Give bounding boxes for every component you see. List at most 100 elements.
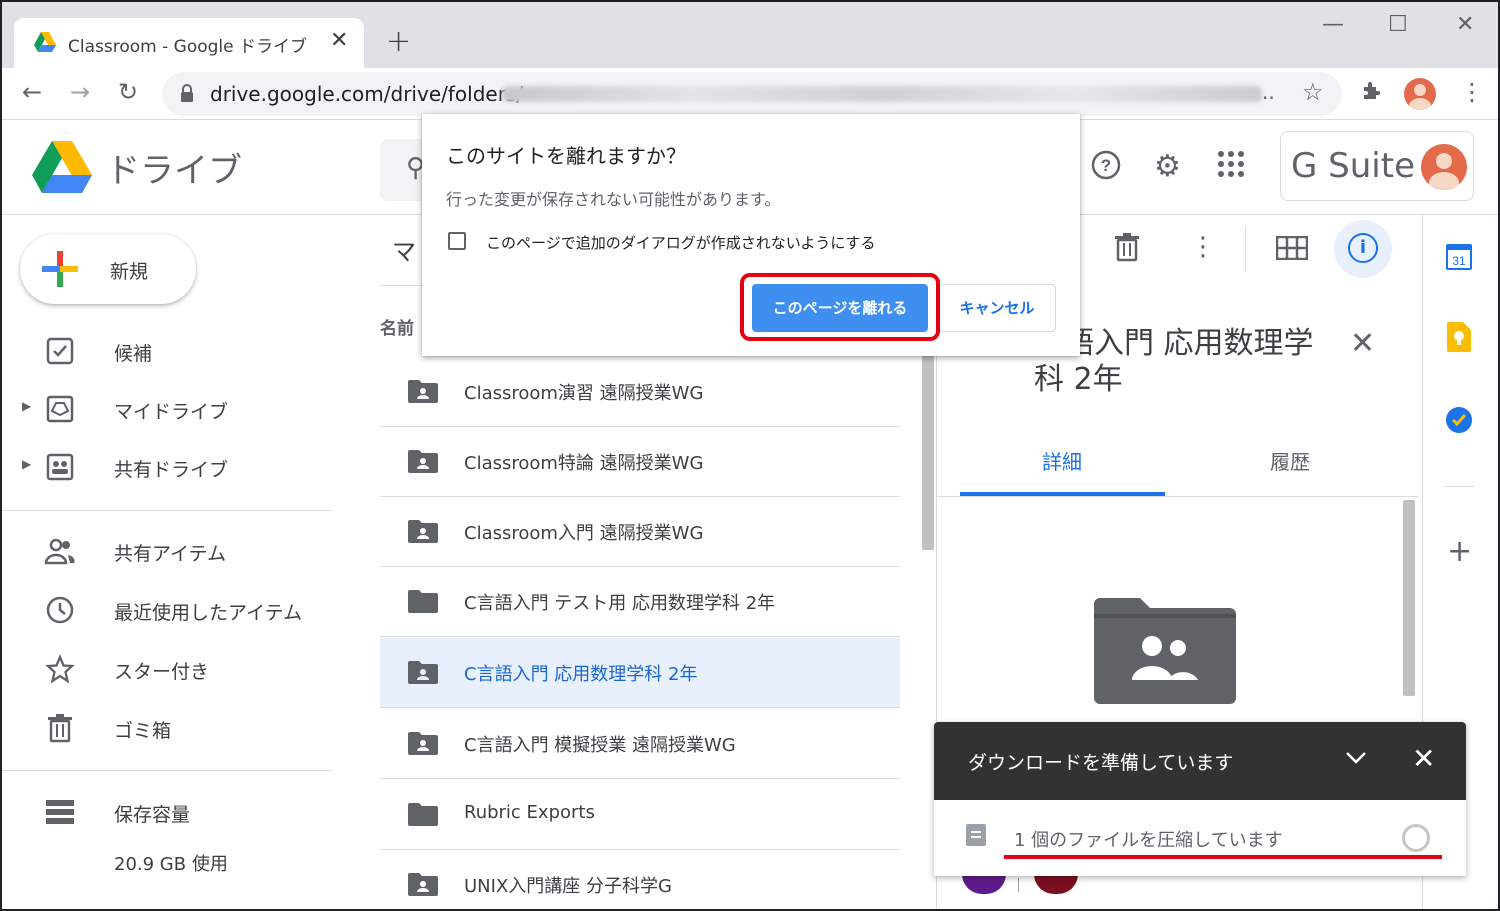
bookmark-star-icon[interactable]: ☆ <box>1302 78 1324 106</box>
url-text: drive.google.com/drive/folders/ <box>210 82 524 106</box>
nav-label: 保存容量 <box>114 804 191 826</box>
breadcrumb[interactable]: マ <box>392 232 416 267</box>
dialog-message: 行った変更が保存されない可能性があります。 <box>446 190 781 209</box>
more-vert-icon[interactable]: ⋮ <box>1190 232 1216 262</box>
nav-item-shared-with-me[interactable]: 共有アイテム <box>0 525 332 577</box>
highlight-annotation-box <box>740 273 940 341</box>
profile-avatar[interactable] <box>1404 78 1436 110</box>
nav-item-suggested[interactable]: 候補 <box>0 325 332 377</box>
grid-view-icon[interactable] <box>1275 235 1309 267</box>
file-row[interactable]: C言語入門 模擬授業 遠隔授業WG <box>380 709 900 779</box>
file-name: Rubric Exports <box>464 802 595 823</box>
file-list-scrollbar[interactable] <box>922 350 934 550</box>
toolbar-divider <box>1245 226 1246 272</box>
drive-logo-icon <box>32 141 92 193</box>
delete-trash-icon[interactable] <box>1114 232 1140 269</box>
nav-label: 共有ドライブ <box>114 459 229 481</box>
reload-icon[interactable]: ↻ <box>118 78 138 106</box>
add-addon-plus-icon[interactable]: + <box>1447 534 1472 569</box>
tasks-icon[interactable] <box>1445 406 1473 434</box>
cancel-button[interactable]: キャンセル <box>938 284 1056 332</box>
collapse-chevron-icon[interactable] <box>1344 744 1368 772</box>
svg-text:?: ? <box>1101 156 1111 175</box>
file-row[interactable]: Rubric Exports <box>380 780 900 850</box>
file-row[interactable]: UNIX入門講座 分子科学G <box>380 850 900 911</box>
file-row[interactable]: Classroom特論 遠隔授業WG <box>380 427 900 497</box>
url-redacted <box>502 86 1262 102</box>
nav-divider <box>0 510 332 511</box>
new-button-label: 新規 <box>110 261 149 283</box>
back-arrow-icon[interactable]: ← <box>22 78 42 106</box>
file-name: Classroom特論 遠隔授業WG <box>464 453 704 474</box>
file-row[interactable]: Classroom入門 遠隔授業WG <box>380 497 900 567</box>
shared-folder-icon <box>408 661 438 684</box>
file-name: Classroom入門 遠隔授業WG <box>464 523 704 544</box>
dialog-title: このサイトを離れますか？ <box>446 144 686 168</box>
tab-details[interactable]: 詳細 <box>1042 446 1082 475</box>
document-icon <box>966 824 986 846</box>
expand-caret-icon[interactable]: ▶ <box>22 457 31 471</box>
shared-folder-icon <box>408 873 438 896</box>
suppress-dialogs-checkbox[interactable] <box>448 232 466 250</box>
people-icon <box>44 535 76 567</box>
keep-icon[interactable] <box>1447 322 1471 352</box>
nav-item-storage[interactable]: 保存容量 <box>0 786 332 838</box>
nav-label: 候補 <box>114 343 153 365</box>
gsuite-avatar <box>1421 144 1467 190</box>
gsuite-account-button[interactable]: G Suite <box>1280 131 1474 201</box>
nav-item-shared-drives[interactable]: ▶ 共有ドライブ <box>0 441 332 493</box>
file-name: Classroom演習 遠隔授業WG <box>464 383 704 404</box>
file-row[interactable]: C言語入門 テスト用 応用数理学科 2年 <box>380 567 900 637</box>
help-icon[interactable]: ? <box>1090 149 1122 189</box>
new-tab-button[interactable]: + <box>386 24 411 59</box>
tab-close-icon[interactable]: ✕ <box>330 28 348 53</box>
info-icon: i <box>1348 233 1378 263</box>
window-close-icon[interactable]: ✕ <box>1456 12 1474 37</box>
details-toggle-button[interactable]: i <box>1334 220 1392 278</box>
column-header-name[interactable]: 名前 <box>380 314 414 339</box>
download-panel: ダウンロードを準備しています ✕ 1 個のファイルを圧縮しています <box>934 722 1466 876</box>
tab-activity[interactable]: 履歴 <box>1270 446 1310 475</box>
address-bar[interactable]: drive.google.com/drive/folders/ .. ☆ <box>162 72 1342 116</box>
suppress-dialogs-label[interactable]: このページで追加のダイアログが作成されないようにする <box>486 232 876 253</box>
minimize-icon[interactable]: — <box>1322 12 1344 37</box>
nav-item-recent[interactable]: 最近使用したアイテム <box>0 584 332 636</box>
details-close-icon[interactable]: ✕ <box>1350 326 1375 361</box>
storage-used-text: 20.9 GB 使用 <box>114 854 228 875</box>
nav-item-my-drive[interactable]: ▶ マイドライブ <box>0 383 332 435</box>
download-status: 1 個のファイルを圧縮しています <box>1014 830 1283 851</box>
nav-divider <box>0 770 332 771</box>
nav-label: 共有アイテム <box>114 543 227 565</box>
svg-text:31: 31 <box>1452 254 1466 268</box>
file-name: C言語入門 応用数理学科 2年 <box>464 664 698 685</box>
settings-gear-icon[interactable]: ⚙ <box>1154 149 1181 184</box>
nav-item-starred[interactable]: スター付き <box>0 643 332 695</box>
maximize-icon[interactable]: ☐ <box>1388 12 1408 37</box>
drive-favicon-icon <box>34 32 56 52</box>
file-row-selected[interactable]: C言語入門 応用数理学科 2年 <box>380 638 900 708</box>
highlight-annotation-underline <box>1004 855 1442 859</box>
app-name: ドライブ <box>106 151 242 191</box>
calendar-icon[interactable]: 31 <box>1446 242 1472 270</box>
browser-menu-icon[interactable]: ⋮ <box>1460 78 1484 106</box>
new-button[interactable]: 新規 <box>20 234 196 304</box>
download-close-icon[interactable]: ✕ <box>1412 742 1435 775</box>
shared-folder-icon <box>408 450 438 473</box>
file-name: C言語入門 テスト用 応用数理学科 2年 <box>464 593 776 614</box>
colorful-plus-icon <box>42 251 78 287</box>
clock-icon <box>44 594 76 626</box>
browser-tab[interactable]: Classroom - Google ドライブ ✕ <box>14 18 364 68</box>
expand-caret-icon[interactable]: ▶ <box>22 399 31 413</box>
trash-icon <box>44 712 76 744</box>
file-row[interactable]: Classroom演習 遠隔授業WG <box>380 357 900 427</box>
forward-arrow-icon[interactable]: → <box>70 78 90 106</box>
extensions-puzzle-icon[interactable] <box>1360 78 1384 108</box>
details-scrollbar[interactable] <box>1403 500 1415 696</box>
download-title: ダウンロードを準備しています <box>968 752 1234 774</box>
shared-drives-icon <box>44 451 76 483</box>
nav-item-trash[interactable]: ゴミ箱 <box>0 702 332 754</box>
apps-grid-icon[interactable] <box>1216 149 1246 187</box>
nav-label: 最近使用したアイテム <box>114 602 303 624</box>
shared-folder-icon <box>408 520 438 543</box>
download-panel-header: ダウンロードを準備しています ✕ <box>934 722 1466 800</box>
